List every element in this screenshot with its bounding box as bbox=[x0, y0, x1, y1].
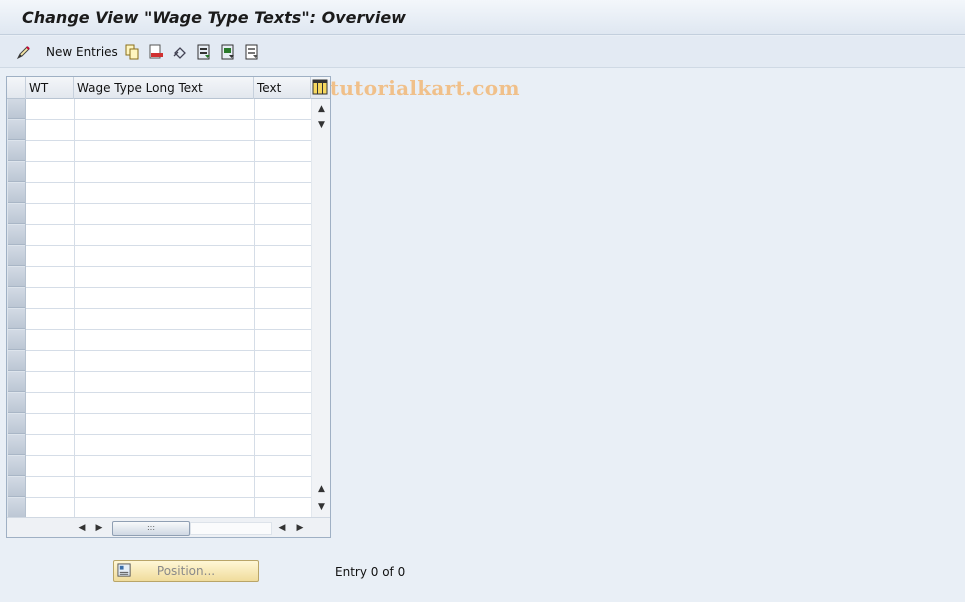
display-change-button[interactable] bbox=[16, 43, 32, 61]
row-divider bbox=[26, 434, 311, 435]
row-selector-button[interactable] bbox=[8, 183, 25, 203]
row-divider bbox=[26, 329, 311, 330]
row-selector-button[interactable] bbox=[8, 120, 25, 140]
deselect-all-button[interactable] bbox=[244, 43, 260, 61]
row-selector-button[interactable] bbox=[8, 141, 25, 161]
row-divider bbox=[26, 224, 311, 225]
horizontal-scroll-track[interactable] bbox=[190, 522, 272, 535]
page-up-icon[interactable]: ▲ bbox=[312, 481, 331, 497]
deselect-all-icon bbox=[245, 44, 258, 60]
row-selector-button[interactable] bbox=[8, 99, 25, 119]
row-divider bbox=[26, 161, 311, 162]
row-divider bbox=[26, 308, 311, 309]
vertical-scrollbar[interactable]: ▲ ▼ ▲ ▼ bbox=[311, 99, 330, 517]
row-divider bbox=[26, 182, 311, 183]
scroll-down-icon[interactable]: ▼ bbox=[312, 499, 331, 515]
row-selector-button[interactable] bbox=[8, 204, 25, 224]
row-selector-button[interactable] bbox=[8, 288, 25, 308]
row-divider bbox=[26, 245, 311, 246]
row-divider bbox=[26, 119, 311, 120]
column-header-wt[interactable]: WT bbox=[26, 77, 74, 99]
table-header: WT Wage Type Long Text Text bbox=[7, 77, 330, 99]
undo-button[interactable] bbox=[172, 43, 188, 61]
select-all-button[interactable] bbox=[196, 43, 212, 61]
row-divider bbox=[26, 350, 311, 351]
row-selector-column bbox=[7, 99, 26, 518]
column-header-long-text[interactable]: Wage Type Long Text bbox=[74, 77, 254, 99]
select-all-icon bbox=[197, 44, 210, 60]
scroll-left-end-icon[interactable]: ◀ bbox=[275, 520, 289, 536]
row-divider bbox=[26, 476, 311, 477]
scroll-right-end-icon[interactable]: ▶ bbox=[293, 520, 307, 536]
row-selector-button[interactable] bbox=[8, 246, 25, 266]
new-entries-button[interactable]: New Entries bbox=[40, 43, 118, 61]
column-divider bbox=[74, 99, 75, 517]
row-selector-button[interactable] bbox=[8, 414, 25, 434]
row-selector-button[interactable] bbox=[8, 498, 25, 518]
horizontal-scrollbar[interactable]: ◀ ▶ ::: ◀ ▶ bbox=[7, 517, 330, 537]
row-selector-button[interactable] bbox=[8, 372, 25, 392]
row-divider bbox=[26, 287, 311, 288]
row-divider bbox=[26, 266, 311, 267]
horizontal-scroll-thumb[interactable]: ::: bbox=[112, 521, 190, 536]
row-divider bbox=[26, 392, 311, 393]
page-title: Change View "Wage Type Texts": Overview bbox=[22, 8, 406, 27]
position-button-label: Position... bbox=[156, 564, 216, 578]
row-divider bbox=[26, 455, 311, 456]
row-selector-button[interactable] bbox=[8, 393, 25, 413]
scroll-left-icon[interactable]: ◀ bbox=[75, 520, 89, 536]
select-block-button[interactable] bbox=[220, 43, 236, 61]
application-toolbar: New Entries www.tutorialkart.com bbox=[0, 36, 965, 100]
row-selector-button[interactable] bbox=[8, 267, 25, 287]
delete-icon bbox=[149, 44, 163, 59]
display-change-icon bbox=[16, 46, 30, 60]
row-divider bbox=[26, 203, 311, 204]
row-selector-button[interactable] bbox=[8, 162, 25, 182]
new-entries-label: New Entries bbox=[46, 45, 118, 59]
row-divider bbox=[26, 140, 311, 141]
delete-button[interactable] bbox=[148, 43, 164, 61]
position-button[interactable]: Position... bbox=[113, 560, 259, 582]
column-divider bbox=[254, 99, 255, 517]
row-divider bbox=[26, 497, 311, 498]
row-selector-button[interactable] bbox=[8, 225, 25, 245]
title-bar: Change View "Wage Type Texts": Overview bbox=[0, 0, 965, 35]
row-selector-button[interactable] bbox=[8, 435, 25, 455]
page-down-icon[interactable]: ▼ bbox=[312, 117, 331, 133]
row-selector-button[interactable] bbox=[8, 456, 25, 476]
table-settings-icon[interactable] bbox=[312, 79, 328, 95]
scroll-up-icon[interactable]: ▲ bbox=[312, 101, 331, 117]
row-selector-button[interactable] bbox=[8, 309, 25, 329]
row-divider bbox=[26, 371, 311, 372]
wage-type-texts-table: WT Wage Type Long Text Text ▲ ▼ ▲ ▼ ◀ ▶ … bbox=[6, 76, 331, 538]
position-icon bbox=[117, 563, 131, 577]
copy-button[interactable] bbox=[124, 43, 140, 61]
column-header-text[interactable]: Text bbox=[254, 77, 311, 99]
select-all-rows-corner[interactable] bbox=[7, 77, 26, 99]
row-selector-button[interactable] bbox=[8, 330, 25, 350]
row-selector-button[interactable] bbox=[8, 351, 25, 371]
undo-icon bbox=[173, 47, 186, 59]
copy-icon bbox=[125, 44, 139, 60]
entry-counter: Entry 0 of 0 bbox=[335, 565, 406, 579]
scroll-right-icon[interactable]: ▶ bbox=[92, 520, 106, 536]
row-divider bbox=[26, 413, 311, 414]
row-selector-button[interactable] bbox=[8, 477, 25, 497]
select-block-icon bbox=[221, 44, 234, 60]
